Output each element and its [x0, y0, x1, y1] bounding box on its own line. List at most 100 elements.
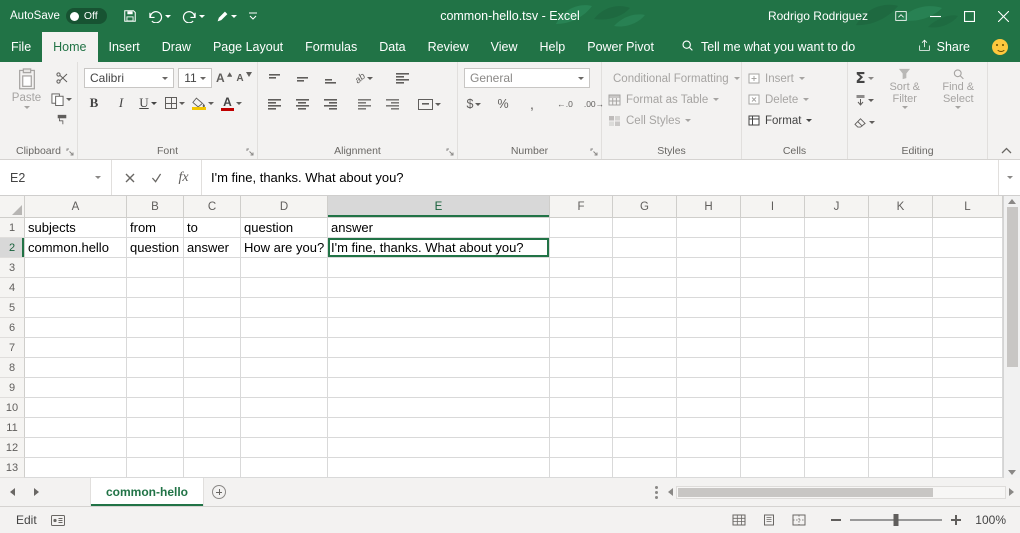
scroll-left-icon[interactable] [668, 488, 673, 496]
cell-K7[interactable] [869, 338, 933, 358]
cell-J1[interactable] [805, 218, 869, 238]
cell-A4[interactable] [25, 278, 127, 298]
ribbon-display-options-icon[interactable] [884, 0, 918, 32]
zoom-level[interactable]: 100% [975, 513, 1006, 527]
cell-L4[interactable] [933, 278, 1003, 298]
cell-E6[interactable] [328, 318, 550, 338]
redo-icon[interactable] [182, 10, 205, 23]
cell-H8[interactable] [677, 358, 741, 378]
align-top-icon[interactable] [264, 68, 284, 88]
cell-G3[interactable] [613, 258, 677, 278]
expand-formula-bar-icon[interactable] [998, 160, 1020, 195]
row-header-12[interactable]: 12 [0, 438, 25, 458]
cell-C12[interactable] [184, 438, 241, 458]
zoom-in-icon[interactable] [951, 515, 961, 525]
cell-I10[interactable] [741, 398, 805, 418]
cell-B4[interactable] [127, 278, 184, 298]
cell-D13[interactable] [241, 458, 328, 478]
cell-A5[interactable] [25, 298, 127, 318]
cell-F1[interactable] [550, 218, 613, 238]
tab-home[interactable]: Home [42, 32, 97, 62]
cell-I9[interactable] [741, 378, 805, 398]
cell-L5[interactable] [933, 298, 1003, 318]
name-box[interactable]: E2 [0, 160, 112, 195]
cell-D9[interactable] [241, 378, 328, 398]
row-header-5[interactable]: 5 [0, 298, 25, 318]
cell-I3[interactable] [741, 258, 805, 278]
cell-G8[interactable] [613, 358, 677, 378]
column-header-D[interactable]: D [241, 196, 328, 218]
cell-G2[interactable] [613, 238, 677, 258]
insert-function-button[interactable]: fx [170, 170, 197, 186]
cell-E1[interactable]: answer [328, 218, 550, 238]
cell-J2[interactable] [805, 238, 869, 258]
cell-D12[interactable] [241, 438, 328, 458]
decrease-decimal-icon[interactable] [584, 94, 604, 114]
row-header-13[interactable]: 13 [0, 458, 25, 478]
cell-B6[interactable] [127, 318, 184, 338]
alignment-dialog-launcher-icon[interactable] [446, 148, 454, 156]
tab-help[interactable]: Help [529, 32, 577, 62]
formula-input[interactable]: I'm fine, thanks. What about you? [202, 160, 998, 195]
percent-format-button[interactable]: % [493, 94, 513, 114]
cell-I13[interactable] [741, 458, 805, 478]
conditional-formatting-button[interactable]: Conditional Formatting [608, 68, 736, 89]
horizontal-scrollbar[interactable] [668, 486, 1014, 499]
row-header-3[interactable]: 3 [0, 258, 25, 278]
column-header-A[interactable]: A [25, 196, 127, 218]
format-as-table-button[interactable]: Format as Table [608, 89, 736, 110]
enter-icon[interactable] [143, 173, 170, 183]
cell-A2[interactable]: common.hello [25, 238, 127, 258]
cell-D7[interactable] [241, 338, 328, 358]
cell-K1[interactable] [869, 218, 933, 238]
cell-C5[interactable] [184, 298, 241, 318]
cell-A11[interactable] [25, 418, 127, 438]
cell-G7[interactable] [613, 338, 677, 358]
user-name[interactable]: Rodrigo Rodriguez [768, 9, 868, 23]
italic-button[interactable]: I [111, 93, 131, 113]
pen-icon[interactable] [216, 10, 237, 23]
cell-E11[interactable] [328, 418, 550, 438]
cell-G9[interactable] [613, 378, 677, 398]
cell-L12[interactable] [933, 438, 1003, 458]
cell-C9[interactable] [184, 378, 241, 398]
cell-L10[interactable] [933, 398, 1003, 418]
cell-E12[interactable] [328, 438, 550, 458]
row-header-8[interactable]: 8 [0, 358, 25, 378]
cell-B12[interactable] [127, 438, 184, 458]
cell-I11[interactable] [741, 418, 805, 438]
cell-B10[interactable] [127, 398, 184, 418]
page-layout-view-icon[interactable] [757, 511, 781, 530]
font-color-button[interactable]: A [221, 93, 242, 113]
sort-filter-button[interactable]: Sort & Filter [881, 68, 929, 109]
fill-color-button[interactable] [192, 93, 214, 113]
tab-power-pivot[interactable]: Power Pivot [576, 32, 665, 62]
cell-J12[interactable] [805, 438, 869, 458]
vertical-scrollbar-thumb[interactable] [1007, 207, 1018, 367]
cell-G1[interactable] [613, 218, 677, 238]
insert-cells-button[interactable]: Insert [748, 68, 842, 89]
cell-J8[interactable] [805, 358, 869, 378]
column-header-J[interactable]: J [805, 196, 869, 218]
grow-font-button[interactable]: A [216, 68, 232, 88]
column-header-C[interactable]: C [184, 196, 241, 218]
cell-G6[interactable] [613, 318, 677, 338]
cell-F5[interactable] [550, 298, 613, 318]
tab-page-layout[interactable]: Page Layout [202, 32, 294, 62]
cell-I6[interactable] [741, 318, 805, 338]
clear-button[interactable] [854, 112, 875, 132]
sheet-tab-common-hello[interactable]: common-hello [90, 478, 204, 506]
share-button[interactable]: Share [918, 32, 970, 62]
increase-indent-icon[interactable] [382, 94, 402, 114]
fill-button[interactable] [854, 90, 875, 110]
number-format-combo[interactable]: General [464, 68, 590, 88]
horizontal-scrollbar-thumb[interactable] [678, 488, 933, 497]
number-dialog-launcher-icon[interactable] [590, 148, 598, 156]
cell-A10[interactable] [25, 398, 127, 418]
cell-A9[interactable] [25, 378, 127, 398]
cell-E4[interactable] [328, 278, 550, 298]
cell-J10[interactable] [805, 398, 869, 418]
cell-E9[interactable] [328, 378, 550, 398]
zoom-slider-thumb[interactable] [894, 514, 899, 526]
tab-scroll-splitter[interactable] [655, 491, 658, 494]
